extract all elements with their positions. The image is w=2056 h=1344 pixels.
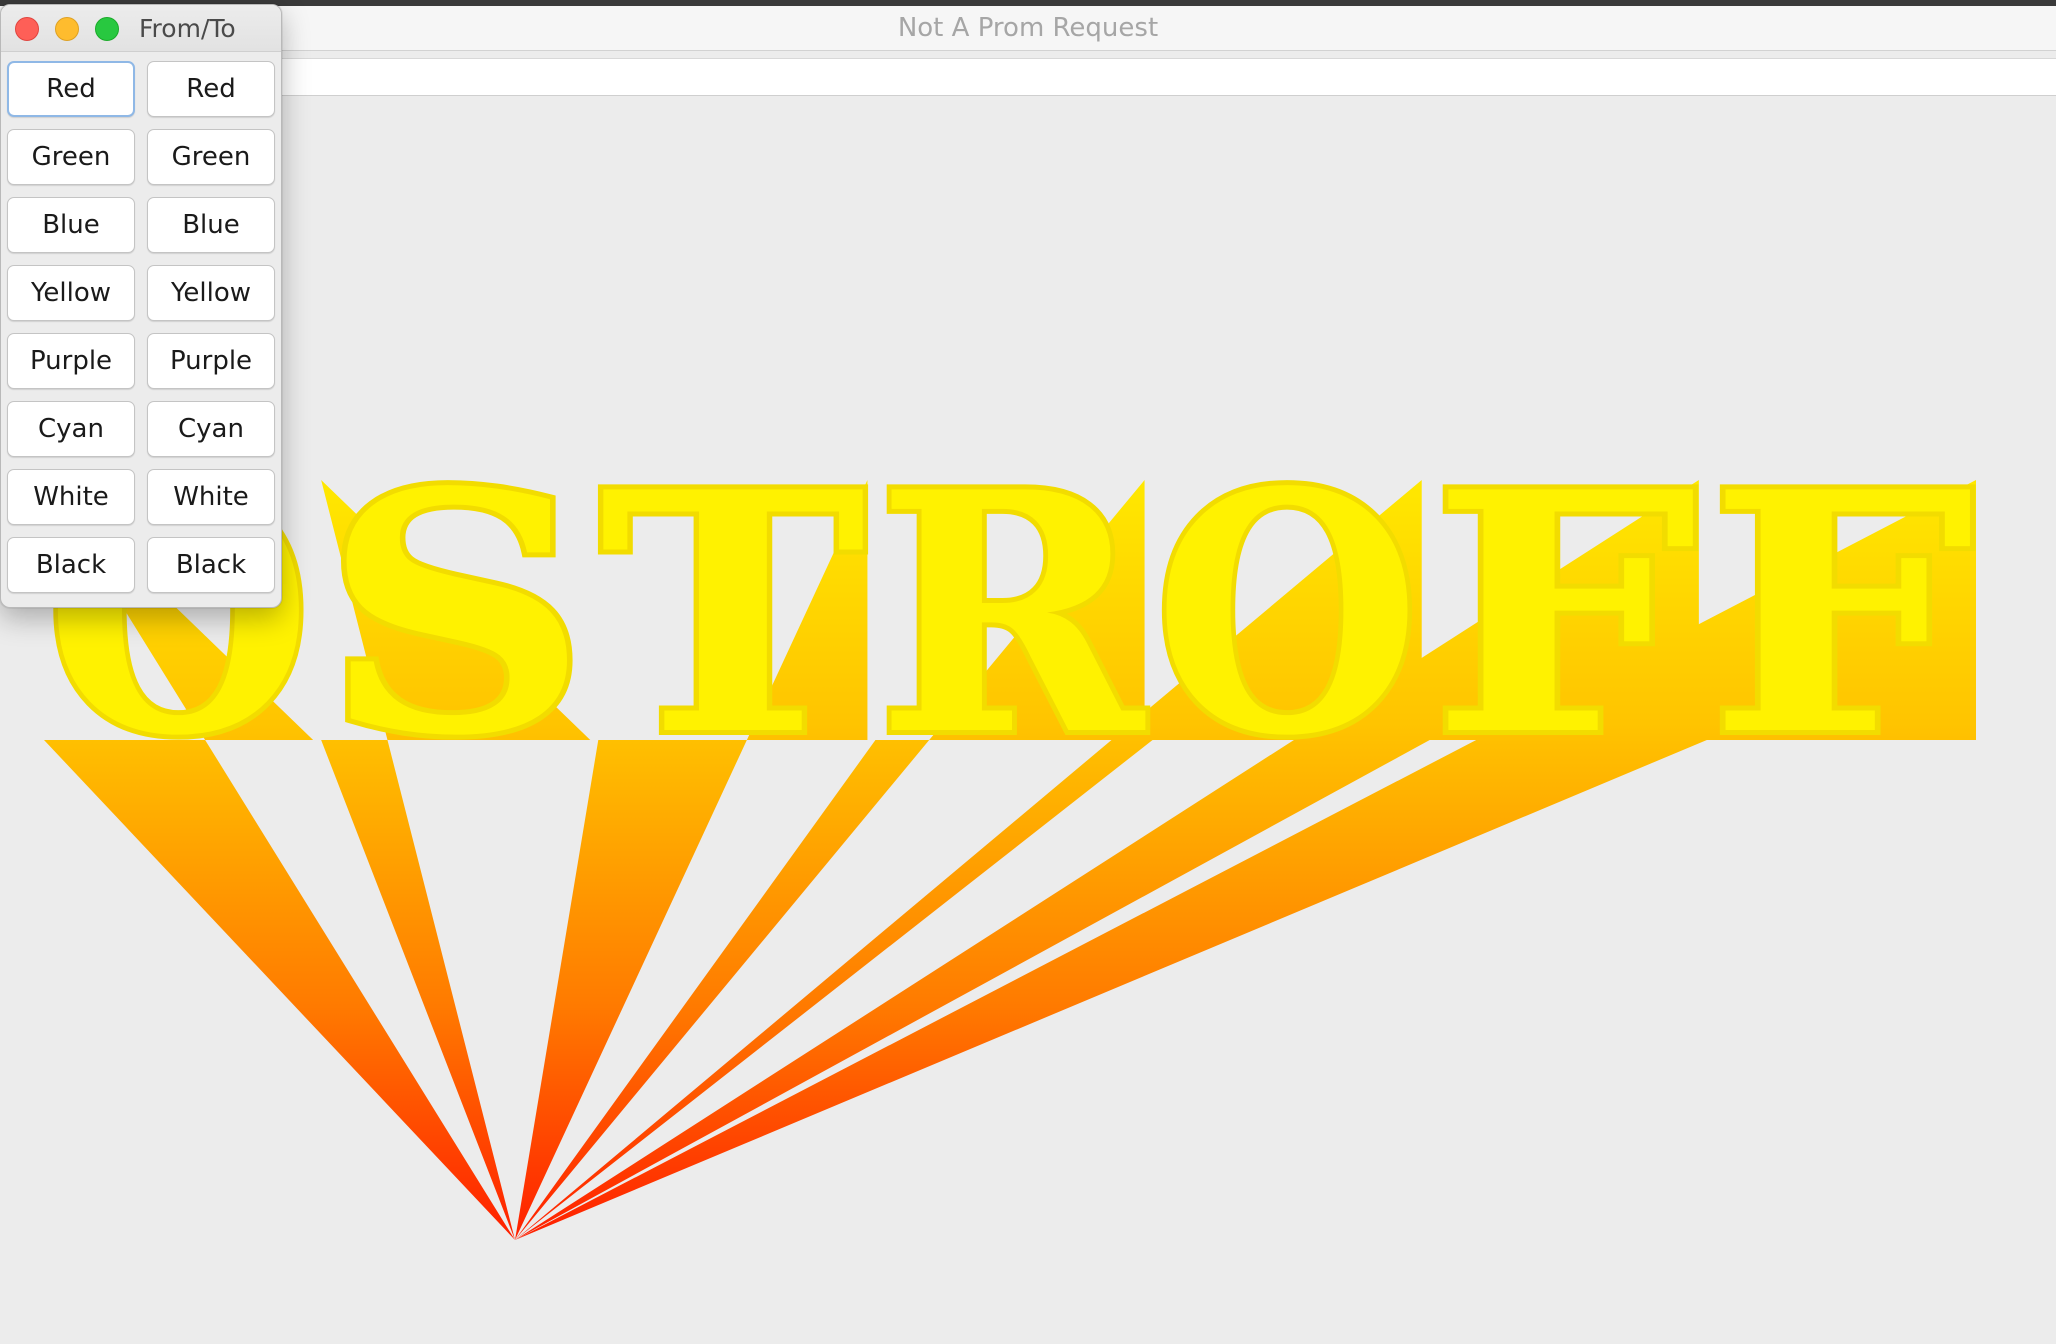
from-black-button[interactable]: Black	[7, 537, 135, 593]
extruded-word-artwork: OSTROFF	[40, 415, 1980, 1240]
to-black-button[interactable]: Black	[147, 537, 275, 593]
to-white-button[interactable]: White	[147, 469, 275, 525]
to-green-button[interactable]: Green	[147, 129, 275, 185]
minimize-window-button[interactable]	[55, 17, 79, 41]
word-letter-f: F	[1708, 420, 1975, 808]
from-red-button[interactable]: Red	[7, 61, 135, 117]
main-window: Not A Prom Request OSTROFF	[0, 6, 2056, 1344]
palette-title: From/To	[139, 14, 236, 43]
drawing-canvas: OSTROFF	[0, 100, 2056, 1344]
word-letter-s: S	[322, 420, 589, 808]
to-purple-button[interactable]: Purple	[147, 333, 275, 389]
to-yellow-button[interactable]: Yellow	[147, 265, 275, 321]
from-green-button[interactable]: Green	[7, 129, 135, 185]
from-blue-button[interactable]: Blue	[7, 197, 135, 253]
main-window-titlebar[interactable]: Not A Prom Request	[0, 6, 2056, 51]
to-red-button[interactable]: Red	[147, 61, 275, 117]
from-yellow-button[interactable]: Yellow	[7, 265, 135, 321]
word-letter-r: R	[877, 420, 1148, 808]
from-white-button[interactable]: White	[7, 469, 135, 525]
from-purple-button[interactable]: Purple	[7, 333, 135, 389]
word-letter-f: F	[1431, 420, 1698, 808]
main-window-title: Not A Prom Request	[897, 13, 1159, 43]
word-letters: OSTROFF	[40, 415, 1980, 813]
from-cyan-button[interactable]: Cyan	[7, 401, 135, 457]
word-letter-t: T	[599, 420, 866, 808]
toolbar-strip	[0, 58, 2056, 96]
palette-titlebar[interactable]: From/To	[1, 5, 281, 52]
desktop: Not A Prom Request OSTROFF From/To Red R…	[0, 0, 2056, 1344]
to-cyan-button[interactable]: Cyan	[147, 401, 275, 457]
to-blue-button[interactable]: Blue	[147, 197, 275, 253]
from-to-palette-window: From/To Red Red Green Green Blue Blue Ye…	[0, 4, 282, 608]
word-letter-o: O	[1154, 420, 1421, 808]
close-window-button[interactable]	[15, 17, 39, 41]
zoom-window-button[interactable]	[95, 17, 119, 41]
